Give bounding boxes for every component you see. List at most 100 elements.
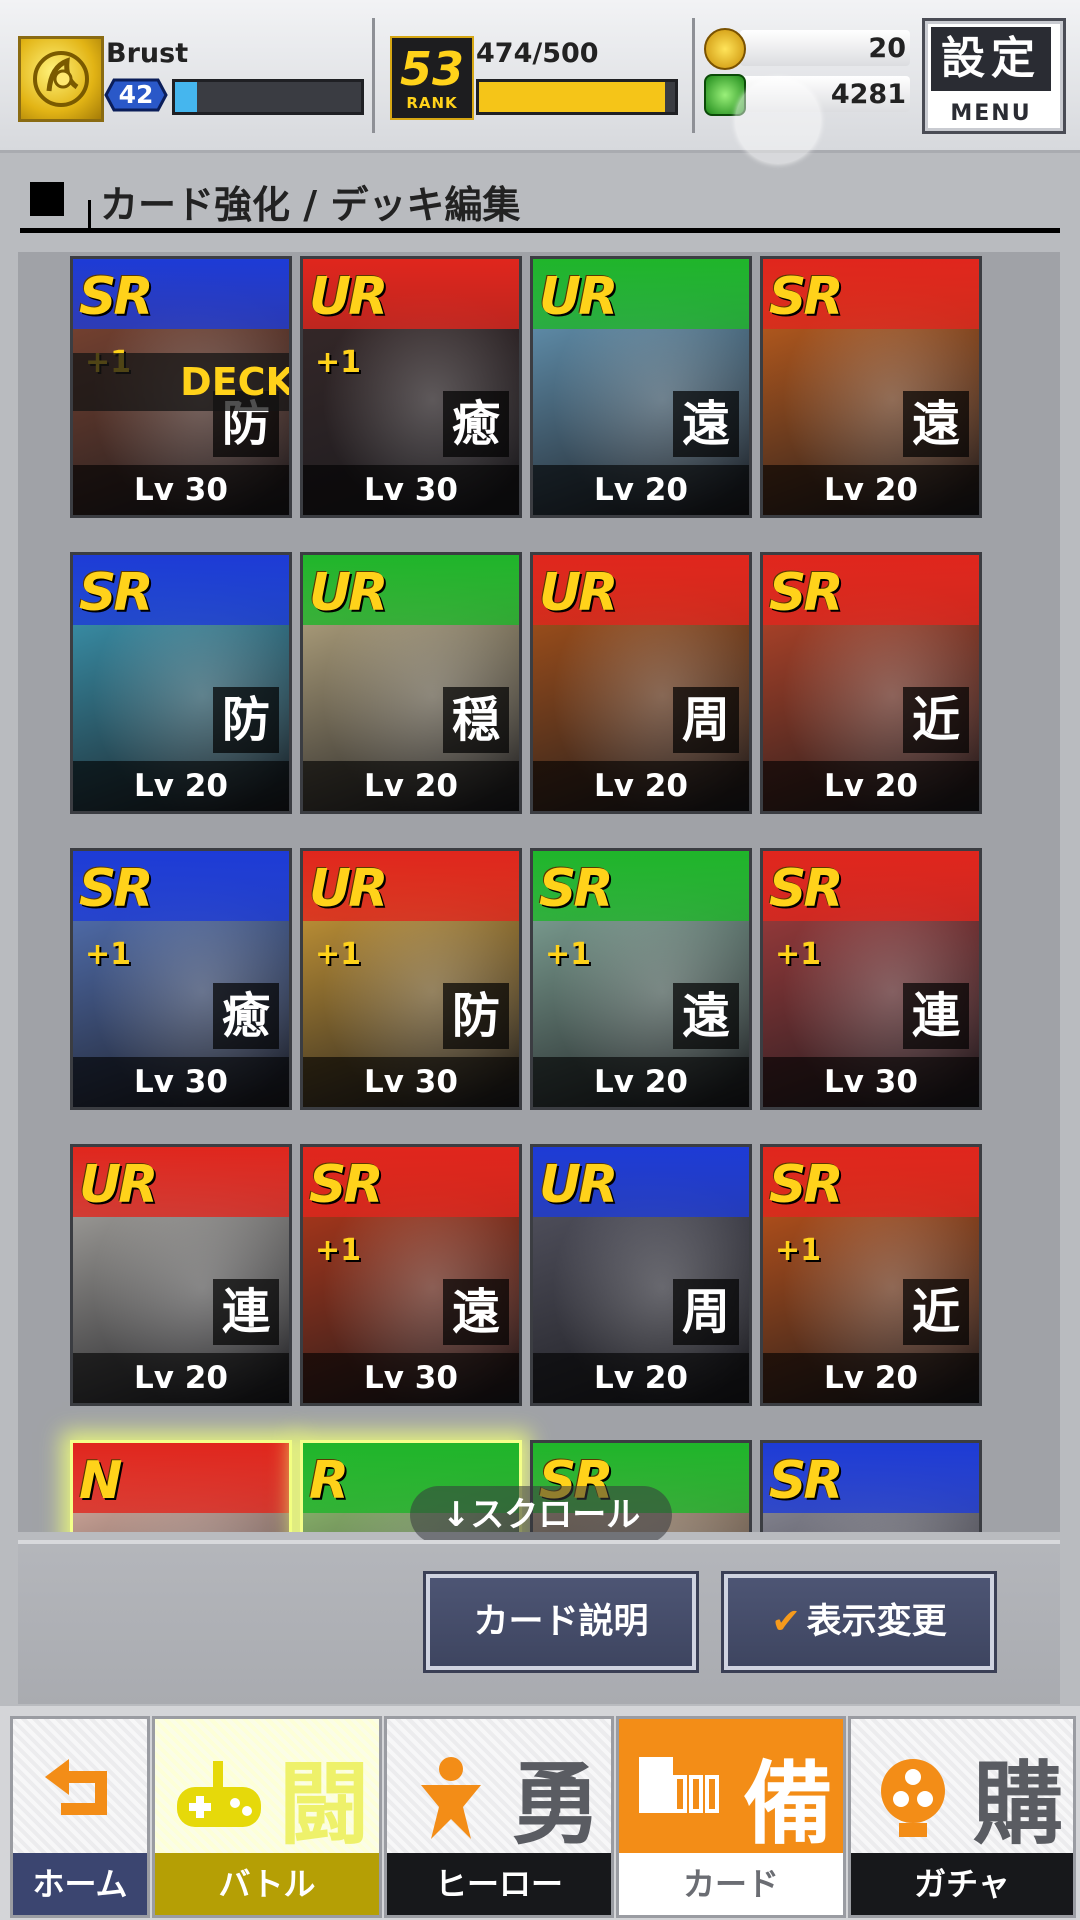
card-rarity: SR <box>769 1451 843 1511</box>
card-plus: +1 <box>775 1233 822 1268</box>
card-rarity: SR <box>769 267 843 327</box>
level-badge: 42 <box>104 78 168 112</box>
card-item[interactable]: N <box>70 1440 292 1532</box>
card-item[interactable]: SR +1 癒 Lv 30 <box>70 848 292 1110</box>
card-rarity: SR <box>79 267 153 327</box>
card-item[interactable]: SR 近 Lv 20 <box>760 552 982 814</box>
gem-count: 4281 <box>830 79 906 110</box>
tab-hero[interactable]: 勇 ヒーロー <box>384 1716 614 1918</box>
card-role: 防 <box>213 687 279 753</box>
bottom-nav: ホーム 闘 バトル 勇 ヒーロー 備 カード 購 ガチャ <box>0 1706 1080 1920</box>
card-item[interactable]: UR 周 Lv 20 <box>530 552 752 814</box>
tab-kanji: 備 <box>743 1752 833 1857</box>
card-role: 遠 <box>673 391 739 457</box>
card-role: 防 <box>443 983 509 1049</box>
display-change-label: 表示変更 <box>806 1602 947 1642</box>
card-item[interactable]: UR 穏 Lv 20 <box>300 552 522 814</box>
tab-home[interactable]: ホーム <box>10 1716 150 1918</box>
card-rarity: SR <box>309 1155 383 1215</box>
card-item[interactable]: SR <box>760 1440 982 1532</box>
card-rarity: UR <box>309 563 388 623</box>
card-item[interactable]: UR +1 防 Lv 30 <box>300 848 522 1110</box>
menu-button[interactable]: 設定 MENU <box>922 18 1066 134</box>
back-arrow-icon <box>45 1759 107 1815</box>
tab-label: カード <box>619 1853 843 1915</box>
card-level: Lv 20 <box>763 1353 979 1403</box>
card-item[interactable]: UR 周 Lv 20 <box>530 1144 752 1406</box>
card-rarity: SR <box>79 563 153 623</box>
card-level: Lv 20 <box>533 1057 749 1107</box>
card-item[interactable]: UR 連 Lv 20 <box>70 1144 292 1406</box>
card-rarity: R <box>309 1451 349 1511</box>
card-level: Lv 20 <box>763 761 979 811</box>
card-item[interactable]: SR +1 連 Lv 30 <box>760 848 982 1110</box>
card-level: Lv 30 <box>303 1353 519 1403</box>
card-rarity: UR <box>539 1155 618 1215</box>
card-plus: +1 <box>315 937 362 972</box>
card-item[interactable]: SR 遠 Lv 20 <box>760 256 982 518</box>
tab-kanji: 勇 <box>511 1752 601 1857</box>
card-level: Lv 20 <box>303 761 519 811</box>
tab-label: ヒーロー <box>387 1853 611 1915</box>
card-item[interactable]: UR 遠 Lv 20 <box>530 256 752 518</box>
page-title: カード強化 / デッキ編集 <box>100 183 521 227</box>
display-change-button[interactable]: ✔ 表示変更 <box>724 1574 994 1670</box>
card-item[interactable]: SR +1 遠 Lv 30 <box>300 1144 522 1406</box>
rank-number: 53 <box>399 42 464 96</box>
card-item[interactable]: SR+1防Lv 30DECK <box>70 256 292 518</box>
card-item[interactable]: SR +1 遠 Lv 20 <box>530 848 752 1110</box>
card-level: Lv 30 <box>303 465 519 515</box>
card-rarity: SR <box>769 563 843 623</box>
card-rarity: SR <box>769 859 843 919</box>
tab-card[interactable]: 備 カード <box>616 1716 846 1918</box>
tab-battle[interactable]: 闘 バトル <box>152 1716 382 1918</box>
card-item[interactable]: SR 防 Lv 20 <box>70 552 292 814</box>
card-description-button[interactable]: カード説明 <box>426 1574 696 1670</box>
menu-label: MENU <box>950 101 1032 126</box>
card-level: Lv 20 <box>73 1353 289 1403</box>
hero-icon <box>421 1757 481 1839</box>
card-item[interactable]: SR +1 近 Lv 20 <box>760 1144 982 1406</box>
card-item[interactable]: UR +1 癒 Lv 30 <box>300 256 522 518</box>
card-role: 近 <box>903 687 969 753</box>
coin-count: 20 <box>868 33 906 64</box>
card-role: 近 <box>903 1279 969 1345</box>
scroll-hint: ↓スクロール <box>410 1486 672 1544</box>
title-bracket-icon <box>52 200 91 231</box>
card-rarity: SR <box>539 859 613 919</box>
card-rarity: SR <box>769 1155 843 1215</box>
card-rarity: UR <box>539 563 618 623</box>
card-role: 癒 <box>443 391 509 457</box>
card-rarity: N <box>79 1451 122 1511</box>
divider <box>692 18 695 133</box>
card-role: 癒 <box>213 983 279 1049</box>
card-rarity: UR <box>309 859 388 919</box>
coin-icon <box>704 28 746 70</box>
player-level: 42 <box>118 80 154 109</box>
card-level: Lv 20 <box>533 1353 749 1403</box>
card-role: 連 <box>213 1279 279 1345</box>
card-level: Lv 20 <box>533 465 749 515</box>
action-area: カード説明 ✔ 表示変更 <box>18 1540 1060 1704</box>
card-role: 周 <box>673 687 739 753</box>
divider <box>372 18 375 133</box>
card-role: 遠 <box>443 1279 509 1345</box>
stamina-bar-fill <box>479 82 665 112</box>
card-level: Lv 20 <box>73 761 289 811</box>
gacha-icon <box>881 1759 945 1837</box>
tab-gacha[interactable]: 購 ガチャ <box>848 1716 1076 1918</box>
card-role: 連 <box>903 983 969 1049</box>
touch-indicator <box>735 78 821 164</box>
title-divider <box>20 228 1060 233</box>
card-plus: +1 <box>315 1233 362 1268</box>
rank-badge: 53 RANK <box>390 36 474 120</box>
stamina-bar <box>476 79 678 115</box>
tab-label: ガチャ <box>851 1853 1073 1915</box>
player-name: Brust <box>106 38 189 69</box>
card-role: 周 <box>673 1279 739 1345</box>
card-level: Lv 30 <box>303 1057 519 1107</box>
card-grid[interactable]: SR +1 防 Lv 30 DECK UR +1 癒 Lv 30 UR 遠 Lv 20 SR 遠 Lv 20… <box>18 252 1060 1532</box>
player-avatar[interactable] <box>18 36 104 122</box>
card-role: 遠 <box>673 983 739 1049</box>
card-rarity: UR <box>539 267 618 327</box>
